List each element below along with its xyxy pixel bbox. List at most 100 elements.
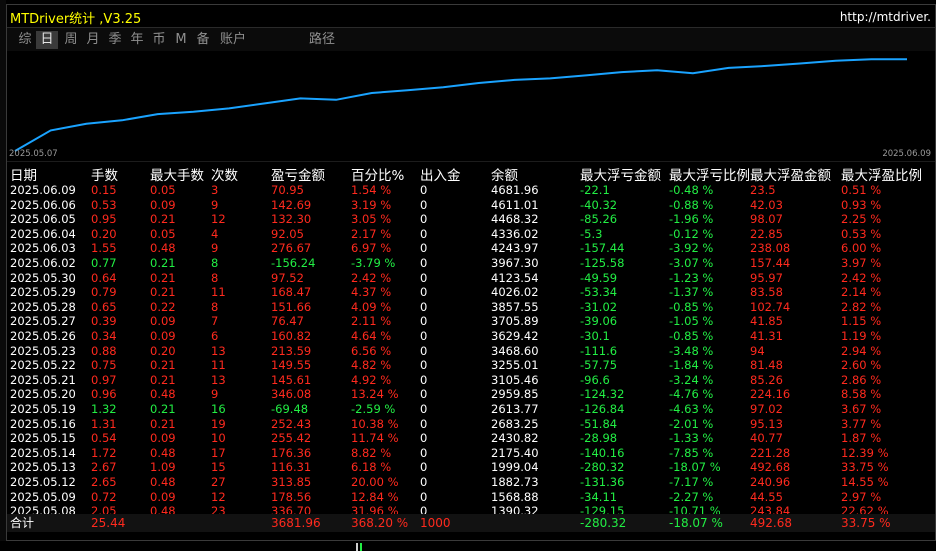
table-row[interactable]: 2025.05.20 0.96 0.48 9 346.08 13.24 % 0 2959.85… xyxy=(7,387,935,402)
table-row[interactable]: 2025.05.16 1.31 0.21 19 252.43 10.38 % 0 2683.2… xyxy=(7,417,935,432)
cell-balance: 1882.73 xyxy=(491,475,539,489)
cell-max-float-loss: -85.26 xyxy=(580,212,618,227)
tab-account[interactable]: 账户 xyxy=(215,31,251,49)
cell-count: 9 xyxy=(211,387,219,402)
table-row[interactable]: 2025.06.06 0.53 0.09 9 142.69 3.19 % 0 4611.01 -… xyxy=(7,198,935,213)
col-date[interactable]: 日期 xyxy=(10,164,37,184)
col-count[interactable]: 次数 xyxy=(211,164,238,184)
cell-max-lots: 0.09 xyxy=(150,431,176,446)
cell-count: 12 xyxy=(211,212,226,227)
cell-date: 2025.05.09 xyxy=(10,489,76,504)
table-row[interactable]: 2025.05.28 0.65 0.22 8 151.66 4.09 % 0 3857.55 -… xyxy=(7,300,935,315)
cell-count: 11 xyxy=(211,358,226,373)
balance-curve-svg xyxy=(14,58,907,152)
cell-date: 2025.05.14 xyxy=(10,445,76,460)
cell-pct: 2.17 % xyxy=(351,226,392,241)
table-row[interactable]: 2025.05.15 0.54 0.09 10 255.42 11.74 % 0 2430.8… xyxy=(7,431,935,446)
cell-deposit: 0 xyxy=(420,416,428,431)
cell-lots: 0.77 xyxy=(91,256,117,270)
col-balance[interactable]: 余额 xyxy=(491,164,518,184)
cell-pnl: 149.55 xyxy=(271,358,312,373)
cell-deposit: 0 xyxy=(420,460,428,475)
table-row[interactable]: 2025.06.04 0.20 0.05 4 92.05 2.17 % 0 4336.02 -5… xyxy=(7,227,935,242)
website-link[interactable]: http://mtdriver. xyxy=(840,10,931,24)
cell-pnl: 176.36 xyxy=(271,445,312,460)
tab-daily[interactable]: 日 xyxy=(36,31,58,49)
table-row[interactable]: 2025.05.21 0.97 0.21 13 145.61 4.92 % 0 3105.46… xyxy=(7,373,935,388)
cell-count: 9 xyxy=(211,197,219,212)
cell-max-lots: 0.21 xyxy=(150,212,176,227)
table-row[interactable]: 2025.05.12 2.65 0.48 27 313.85 20.00 % 0 1882.7… xyxy=(7,475,935,490)
table-row[interactable]: 2025.06.03 1.55 0.48 9 276.67 6.97 % 0 4243.97 -… xyxy=(7,241,935,256)
cell-lots: 0.75 xyxy=(91,358,117,373)
tab-overview[interactable]: 综 xyxy=(15,31,35,49)
table-row[interactable]: 2025.05.22 0.75 0.21 11 149.55 4.82 % 0 3255.01… xyxy=(7,358,935,373)
cell-max-float-loss-pct: -7.17 % xyxy=(669,475,714,489)
cell-lots: 2.67 xyxy=(91,460,117,475)
cell-count: 16 xyxy=(211,402,226,416)
cell-pnl: 145.61 xyxy=(271,372,312,387)
cell-max-float-profit-pct: 3.97 % xyxy=(841,256,882,270)
table-row[interactable]: 2025.05.26 0.34 0.09 6 160.82 4.64 % 0 3629.42 -… xyxy=(7,329,935,344)
cell-date: 2025.05.23 xyxy=(10,343,76,358)
tab-weekly[interactable]: 周 xyxy=(61,31,81,49)
cell-deposit: 0 xyxy=(420,226,428,241)
col-pct[interactable]: 百分比% xyxy=(351,164,404,184)
cell-pct: 13.24 % xyxy=(351,387,399,402)
tab-monthly[interactable]: 月 xyxy=(83,31,103,49)
col-deposit[interactable]: 出入金 xyxy=(420,164,461,184)
cell-lots: 0.72 xyxy=(91,489,117,504)
cell-deposit: 0 xyxy=(420,241,428,256)
table-row[interactable]: 2025.05.29 0.79 0.21 11 168.47 4.37 % 0 4026.02… xyxy=(7,285,935,300)
total-max-float-loss-pct: -18.07 % xyxy=(669,516,723,530)
cell-pct: 2.42 % xyxy=(351,270,392,285)
table-row[interactable]: 2025.05.19 1.32 0.21 16 -69.48 -2.59 % 0 2613.7… xyxy=(7,402,935,417)
cell-max-float-loss-pct: -3.92 % xyxy=(669,241,714,256)
tab-yearly[interactable]: 年 xyxy=(127,31,147,49)
table-row[interactable]: 2025.05.14 1.72 0.48 17 176.36 8.82 % 0 2175.40… xyxy=(7,446,935,461)
cell-balance: 2175.40 xyxy=(491,445,539,460)
cell-max-float-loss-pct: -3.07 % xyxy=(669,256,714,270)
col-max-float-loss[interactable]: 最大浮亏金额 xyxy=(580,164,661,184)
cell-pnl: 178.56 xyxy=(271,489,312,504)
tab-currency[interactable]: 币 xyxy=(149,31,169,49)
tab-m[interactable]: M xyxy=(171,31,191,49)
cell-pct: 4.82 % xyxy=(351,358,392,373)
table-row[interactable]: 2025.05.13 2.67 1.09 15 116.31 6.18 % 0 1999.04… xyxy=(7,460,935,475)
cell-max-lots: 0.21 xyxy=(150,270,176,285)
cell-balance: 3468.60 xyxy=(491,343,539,358)
col-max-float-profit-pct[interactable]: 最大浮盈比例 xyxy=(841,164,922,184)
table-row[interactable]: 2025.05.27 0.39 0.09 7 76.47 2.11 % 0 3705.89 -3… xyxy=(7,314,935,329)
cell-max-float-loss-pct: -4.76 % xyxy=(669,387,714,402)
cell-max-float-loss: -125.58 xyxy=(580,256,625,270)
cell-max-float-profit: 238.08 xyxy=(750,241,791,256)
cell-lots: 0.64 xyxy=(91,270,117,285)
cell-max-float-profit: 40.77 xyxy=(750,431,783,446)
cell-count: 17 xyxy=(211,445,226,460)
cell-max-float-loss-pct: -4.63 % xyxy=(669,402,714,416)
table-row[interactable]: 2025.06.09 0.15 0.05 3 70.95 1.54 % 0 4681.96 -2… xyxy=(7,183,935,198)
tab-notes[interactable]: 备 xyxy=(193,31,213,49)
col-max-float-profit[interactable]: 最大浮盈金额 xyxy=(750,164,831,184)
cell-max-float-loss: -5.3 xyxy=(580,226,603,241)
col-pnl[interactable]: 盈亏金额 xyxy=(271,164,325,184)
tab-quarterly[interactable]: 季 xyxy=(105,31,125,49)
tab-path[interactable]: 路径 xyxy=(305,31,339,49)
cell-max-float-profit: 41.85 xyxy=(750,314,783,329)
cell-balance: 3857.55 xyxy=(491,299,539,314)
total-pct: 368.20 % xyxy=(351,516,409,530)
cell-max-float-loss: -57.75 xyxy=(580,358,618,373)
table-row[interactable]: 2025.05.09 0.72 0.09 12 178.56 12.84 % 0 1568.8… xyxy=(7,490,935,505)
cell-max-float-loss: -40.32 xyxy=(580,197,618,212)
cell-pct: 12.84 % xyxy=(351,489,399,504)
cell-max-lots: 0.09 xyxy=(150,489,176,504)
table-row[interactable]: 2025.06.02 0.77 0.21 8 -156.24 -3.79 % 0 3967.3… xyxy=(7,256,935,271)
col-max-lots[interactable]: 最大手数 xyxy=(150,164,204,184)
cell-deposit: 0 xyxy=(420,431,428,446)
table-row[interactable]: 2025.06.05 0.95 0.21 12 132.30 3.05 % 0 4468.32… xyxy=(7,212,935,227)
table-row[interactable]: 2025.05.23 0.88 0.20 13 213.59 6.56 % 0 3468.60… xyxy=(7,344,935,359)
col-max-float-loss-pct[interactable]: 最大浮亏比例 xyxy=(669,164,750,184)
cell-date: 2025.05.21 xyxy=(10,372,76,387)
col-lots[interactable]: 手数 xyxy=(91,164,118,184)
table-row[interactable]: 2025.05.30 0.64 0.21 8 97.52 2.42 % 0 4123.54 -4… xyxy=(7,271,935,286)
